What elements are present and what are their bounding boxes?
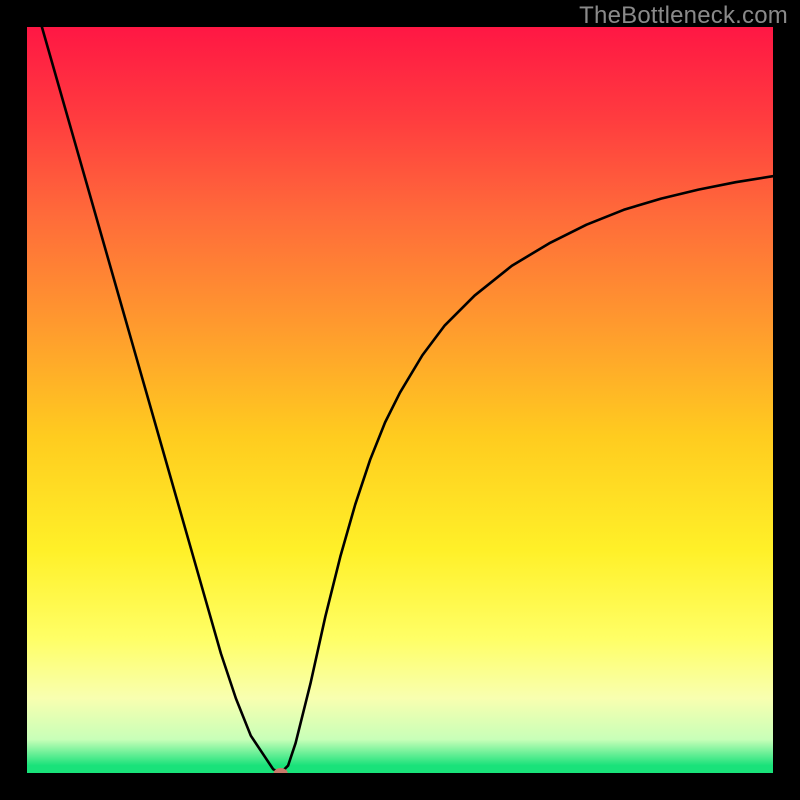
chart-frame: TheBottleneck.com (0, 0, 800, 800)
watermark-text: TheBottleneck.com (579, 2, 788, 30)
plot-area (27, 27, 773, 773)
bottleneck-chart (27, 27, 773, 773)
gradient-background (27, 27, 773, 773)
